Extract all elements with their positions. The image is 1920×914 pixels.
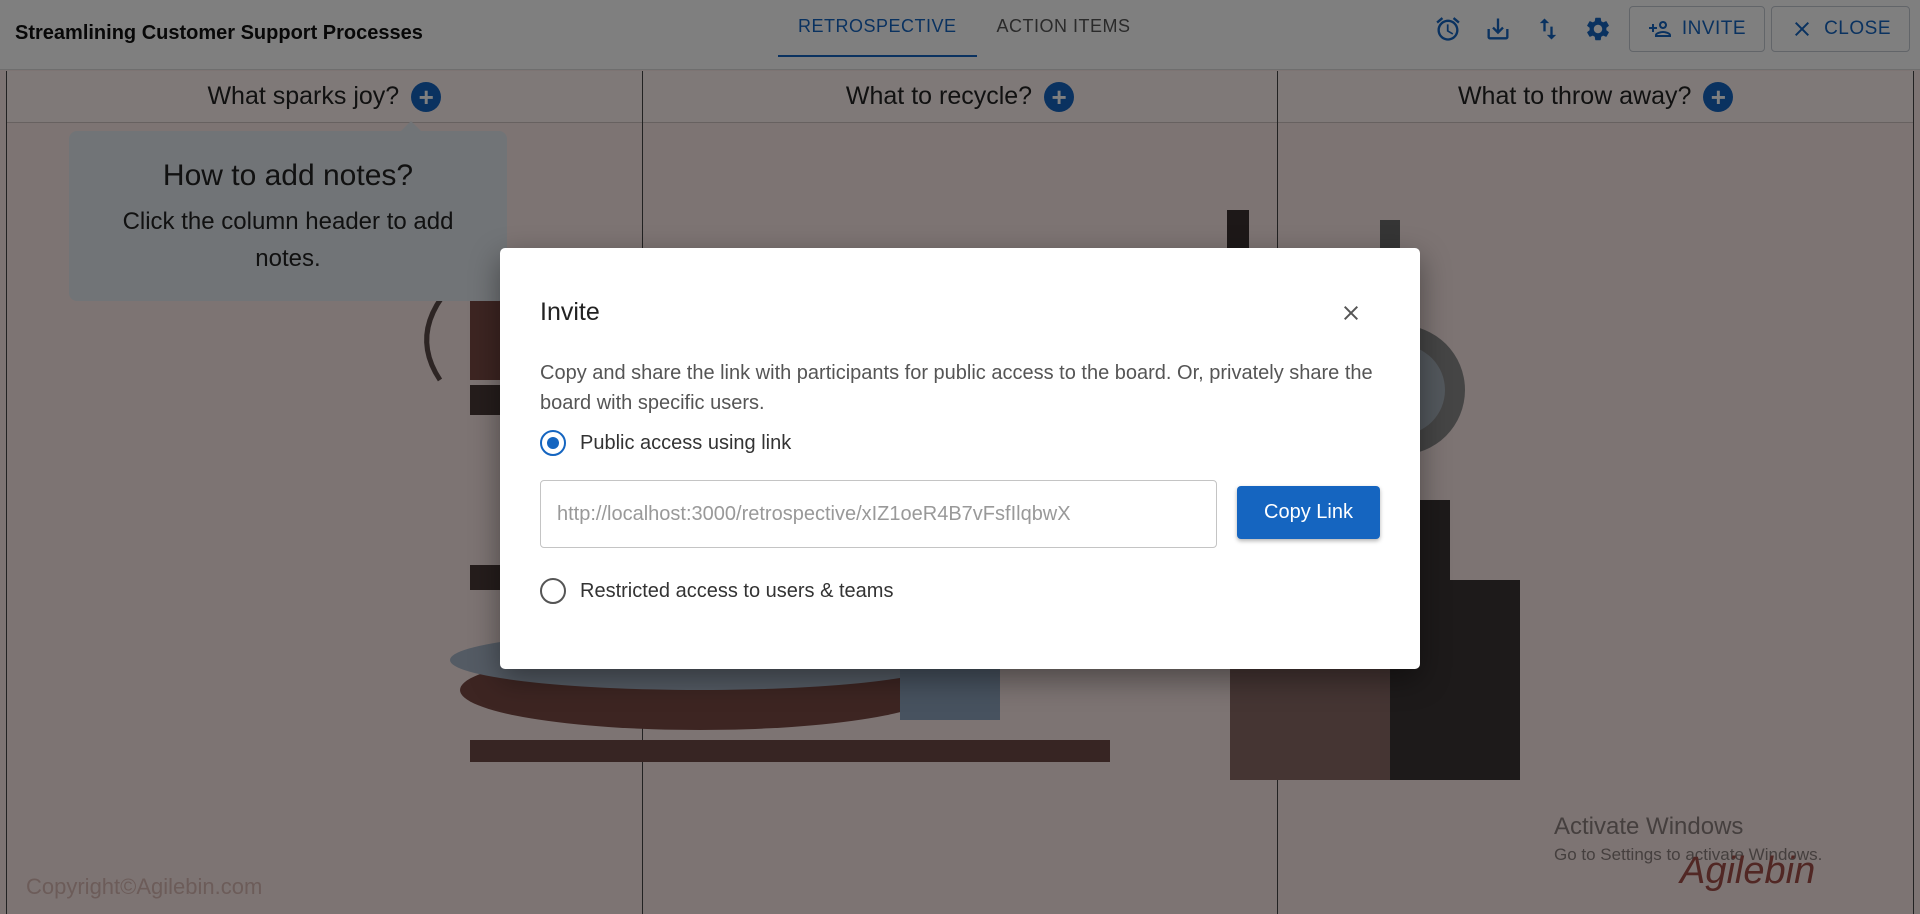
- radio-restricted-access[interactable]: Restricted access to users & teams: [540, 578, 893, 604]
- dialog-close-button[interactable]: [1336, 298, 1366, 328]
- radio-public-access[interactable]: Public access using link: [540, 430, 791, 456]
- dialog-description: Copy and share the link with participant…: [540, 362, 1373, 414]
- invite-dialog: Invite Copy and share the link with part…: [500, 248, 1420, 669]
- radio-label: Public access using link: [580, 431, 792, 454]
- share-link-field[interactable]: [540, 480, 1217, 548]
- copy-link-button[interactable]: Copy Link: [1237, 486, 1380, 539]
- close-icon: [1344, 306, 1358, 320]
- radio-button-unchecked[interactable]: [540, 578, 566, 604]
- radio-button-checked[interactable]: [540, 430, 566, 456]
- dialog-title: Invite: [540, 298, 600, 326]
- radio-label: Restricted access to users & teams: [580, 579, 894, 602]
